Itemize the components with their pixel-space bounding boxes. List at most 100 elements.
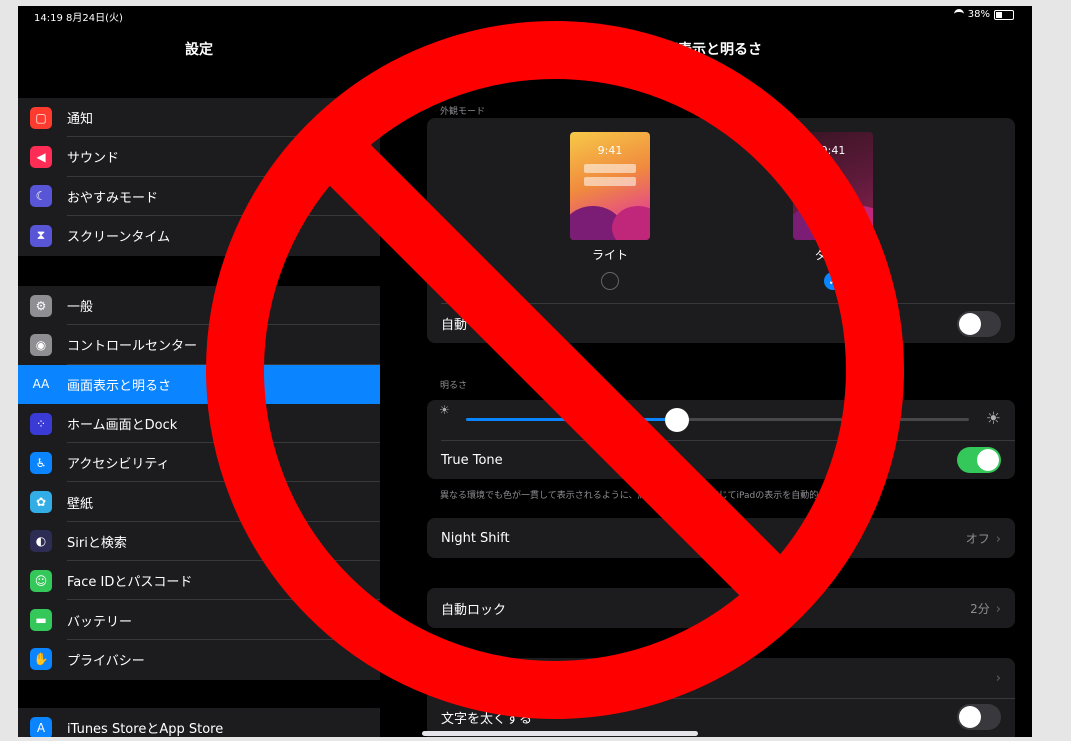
appearance-section-label: 外観モード xyxy=(440,107,486,117)
battery-percent: 38% xyxy=(967,9,990,20)
night-shift-row[interactable]: Night Shift オフ › xyxy=(427,518,1015,558)
toggle-knob xyxy=(959,706,981,728)
sidebar-item-label: iTunes StoreとApp Store xyxy=(67,722,224,737)
light-mode-label: ライト xyxy=(591,248,628,262)
preview-wallpaper-shape xyxy=(612,206,650,240)
sidebar-item[interactable]: ⚙ 一般 xyxy=(18,286,380,326)
sidebar-item[interactable]: ☺ Face IDとパスコード xyxy=(18,561,380,601)
sidebar-item[interactable]: ⁘ ホーム画面とDock xyxy=(18,404,380,444)
wifi-icon xyxy=(953,9,964,20)
light-mode-radio[interactable] xyxy=(601,272,619,290)
sidebar-item-label: 壁紙 xyxy=(67,496,94,512)
sidebar-item[interactable]: ⧗ スクリーンタイム xyxy=(18,216,380,255)
dark-mode-preview[interactable]: 9:41 xyxy=(793,132,873,240)
page-title: 画面表示と明るさ xyxy=(650,42,762,58)
sidebar-item[interactable]: ▬ バッテリー xyxy=(18,600,380,640)
appstore-icon: A xyxy=(30,716,52,737)
group-gap xyxy=(18,256,380,286)
brightness-slider-fill xyxy=(466,418,678,421)
brightness-card: ☀ ☀ True Tone xyxy=(427,400,1015,479)
sidebar-item-label: ホーム画面とDock xyxy=(67,418,178,434)
true-tone-footnote: 異なる環境でも色が一貫して表示されるように、周囲の照明状況に応じてiPadの表示… xyxy=(440,491,881,501)
sound-icon: ◀ xyxy=(30,145,52,168)
sidebar-item[interactable]: ▢ 通知 xyxy=(18,98,380,138)
settings-sidebar: 設定 ▢ 通知 ◀ サウンド ☾ おやすみモード ⧗ スクリーンタイム ⚙ 一般 ◉ コントロールセ… xyxy=(18,6,380,737)
preview-wallpaper-shape xyxy=(835,206,873,240)
true-tone-row: True Tone xyxy=(427,441,1015,479)
auto-appearance-toggle[interactable] xyxy=(957,310,1001,337)
moon-icon: ☾ xyxy=(30,185,52,208)
true-tone-label: True Tone xyxy=(441,452,503,468)
sidebar-item-label: コントロールセンター xyxy=(67,339,198,355)
sidebar-item-label: スクリーンタイム xyxy=(67,230,171,246)
battery-icon xyxy=(994,9,1014,20)
sidebar-group-2: ⚙ 一般 ◉ コントロールセンター AA 画面表示と明るさ ⁘ ホーム画面とDock ♿ アクセシ… xyxy=(18,286,380,679)
preview-widget xyxy=(584,164,636,173)
sidebar-item[interactable]: ♿ アクセシビリティ xyxy=(18,443,380,483)
sidebar-item-label: アクセシビリティ xyxy=(67,457,170,473)
dark-mode-radio[interactable]: ✓ xyxy=(824,272,842,290)
hourglass-icon: ⧗ xyxy=(30,224,52,247)
sidebar-item-label: 一般 xyxy=(67,300,94,316)
accessibility-icon: ♿ xyxy=(30,451,52,474)
display-brightness-pane: 画面表示と明るさ 外観モード 9:41 ライト 9:41 ダーク ✓ 自動 明る… xyxy=(380,6,1032,737)
brightness-slider-row: ☀ ☀ xyxy=(427,400,1015,440)
sidebar-item-label: サウンド xyxy=(67,151,120,167)
battery-icon: ▬ xyxy=(30,609,52,632)
sidebar-group-1: ▢ 通知 ◀ サウンド ☾ おやすみモード ⧗ スクリーンタイム xyxy=(18,98,380,256)
group-gap xyxy=(18,70,380,98)
sidebar-item[interactable]: ◐ Siriと検索 xyxy=(18,522,380,562)
group-gap xyxy=(18,680,380,708)
faceid-icon: ☺ xyxy=(30,569,52,592)
brightness-slider-knob[interactable] xyxy=(665,408,690,432)
text-size-icon: AA xyxy=(32,377,50,392)
auto-appearance-row: 自動 xyxy=(427,304,1015,343)
sidebar-item[interactable]: ✿ 壁紙 xyxy=(18,482,380,522)
night-shift-card[interactable]: Night Shift オフ › xyxy=(427,518,1015,558)
preview-clock: 9:41 xyxy=(597,144,623,157)
sidebar-item[interactable]: ◉ コントロールセンター xyxy=(18,325,380,365)
auto-lock-row[interactable]: 自動ロック 2分 › xyxy=(427,588,1015,628)
siri-icon: ◐ xyxy=(30,530,52,553)
sidebar-title: 設定 xyxy=(185,42,213,58)
light-mode-preview[interactable]: 9:41 xyxy=(570,132,650,240)
auto-lock-value: 2分 › xyxy=(970,601,1001,617)
status-time-date: 14:19 8月24日(火) xyxy=(34,13,123,24)
true-tone-toggle[interactable] xyxy=(957,447,1001,473)
status-right: 38% xyxy=(953,9,1014,20)
bold-text-label: 文字を太くする xyxy=(441,711,533,727)
hand-icon: ✋ xyxy=(30,648,52,671)
sidebar-item-label: Siriと検索 xyxy=(67,535,127,551)
sidebar-item[interactable]: ☾ おやすみモード xyxy=(18,177,380,216)
gear-icon: ⚙ xyxy=(30,294,52,317)
home-grid-icon: ⁘ xyxy=(30,412,52,435)
appearance-card: 9:41 ライト 9:41 ダーク ✓ 自動 xyxy=(427,118,1015,343)
sidebar-item-label: Face IDとパスコード xyxy=(67,575,193,591)
sun-small-icon: ☀ xyxy=(439,403,450,417)
sidebar-item[interactable]: AA 画面表示と明るさ xyxy=(18,364,380,404)
chevron-right-icon: › xyxy=(995,601,1001,617)
brightness-section-label: 明るさ xyxy=(440,381,468,391)
notification-icon: ▢ xyxy=(30,106,52,129)
sidebar-item[interactable]: AiTunes StoreとApp Store xyxy=(18,708,380,737)
night-shift-value: オフ › xyxy=(965,531,1001,547)
text-size-row[interactable]: › xyxy=(427,658,1015,698)
text-size-value: › xyxy=(990,671,1001,686)
bold-text-toggle[interactable] xyxy=(957,704,1001,730)
sidebar-item-label: バッテリー xyxy=(67,614,133,630)
auto-appearance-label: 自動 xyxy=(441,318,468,333)
sidebar-item[interactable]: ✋ プライバシー xyxy=(18,640,380,679)
toggle-knob xyxy=(959,312,981,335)
preview-clock: 9:41 xyxy=(820,144,846,157)
flower-icon: ✿ xyxy=(30,491,52,514)
sidebar-item-label: プライバシー xyxy=(67,653,145,669)
brightness-slider[interactable] xyxy=(466,408,969,432)
preview-widget xyxy=(584,177,636,186)
auto-lock-card[interactable]: 自動ロック 2分 › xyxy=(427,588,1015,628)
sidebar-item-label: 通知 xyxy=(67,112,94,128)
auto-lock-label: 自動ロック xyxy=(441,602,507,618)
sidebar-item-label: 画面表示と明るさ xyxy=(67,378,172,394)
toggle-knob xyxy=(977,449,999,471)
sidebar-item[interactable]: ◀ サウンド xyxy=(18,137,380,177)
text-card: › 文字を太くする xyxy=(427,658,1015,737)
